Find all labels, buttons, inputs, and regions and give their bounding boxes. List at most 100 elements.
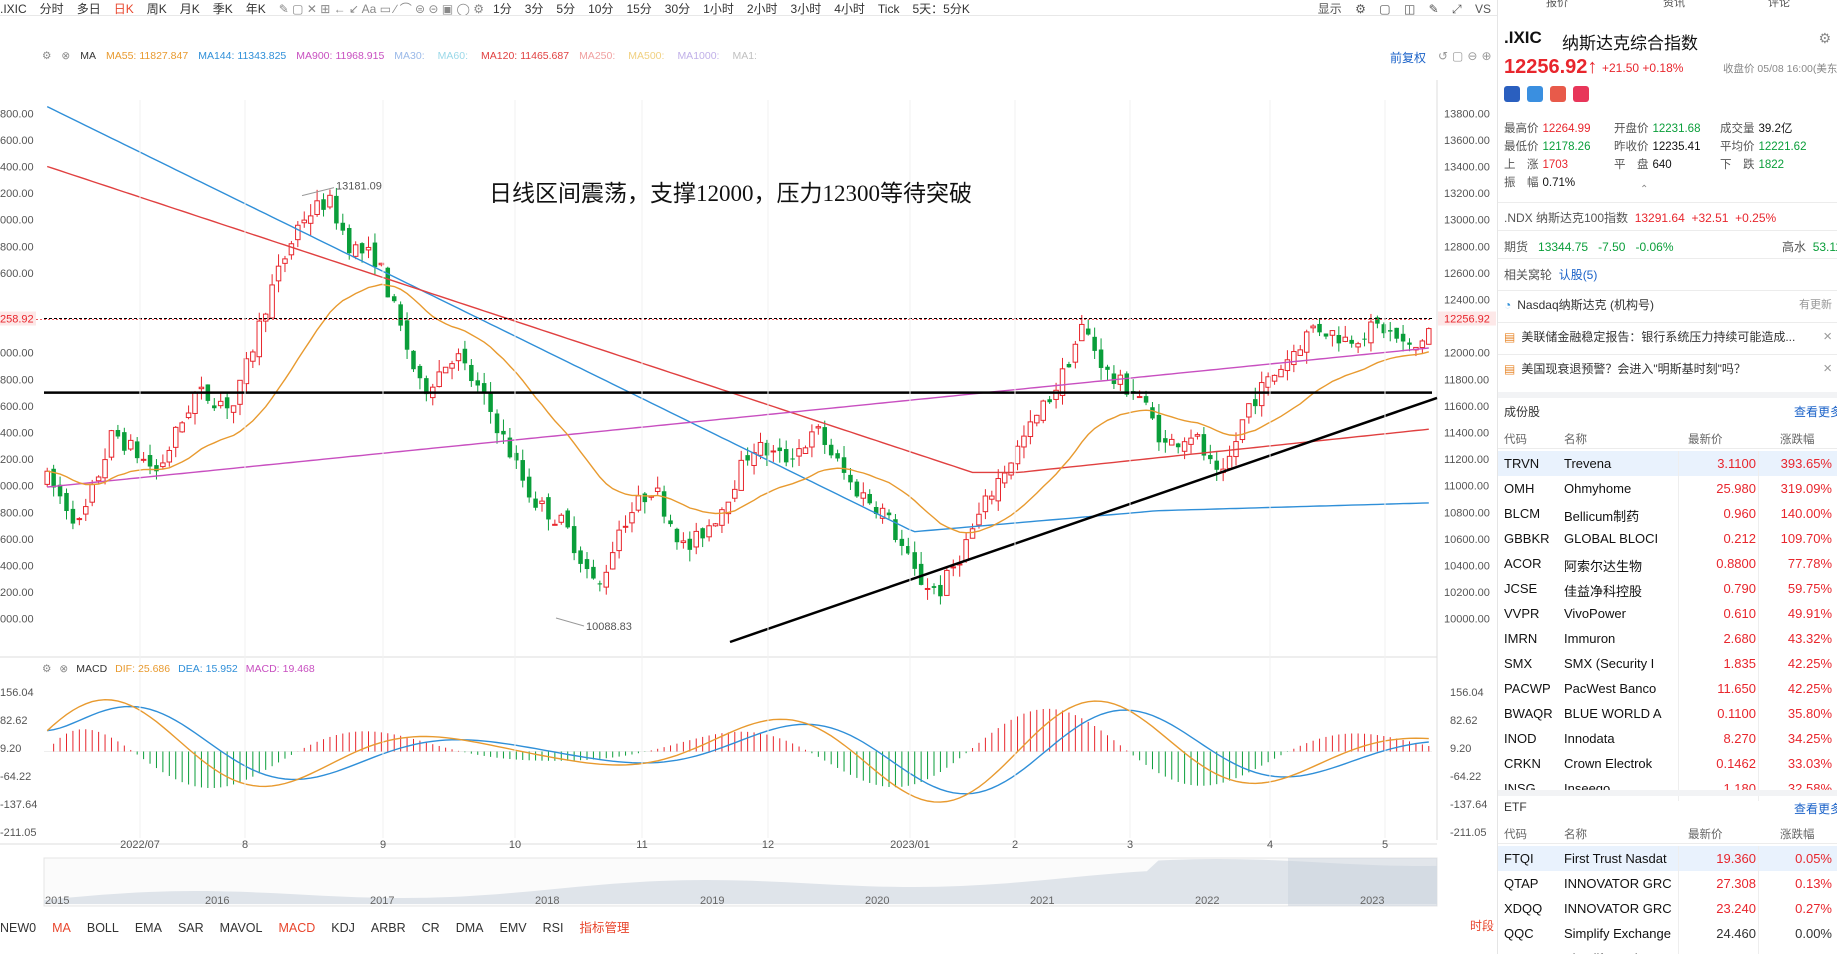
table-row[interactable]: CRKN Crown Electrok 0.1462 33.03% <box>1498 751 1837 776</box>
close-icon[interactable]: × <box>1823 328 1832 345</box>
table-row[interactable]: BWAQR BLUE WORLD A 0.1100 35.80% <box>1498 701 1837 726</box>
table-row[interactable]: TRVN Trevena 3.1100 393.65% <box>1498 451 1837 476</box>
indicator-tab-3[interactable]: EMA <box>135 921 162 935</box>
period-tab-13[interactable]: 1小时 <box>703 0 734 15</box>
close-icon[interactable]: × <box>1823 360 1832 377</box>
table-header[interactable]: 代码 <box>1504 826 1527 842</box>
macd-legend-item[interactable]: DEA: 15.952 <box>178 663 238 675</box>
draw-icon[interactable]: ✎ <box>1429 2 1439 16</box>
table-header[interactable]: 最新价 <box>1688 826 1723 842</box>
layout-icon[interactable]: ▢ <box>1379 2 1390 16</box>
trade-icon[interactable] <box>1527 86 1543 102</box>
table-row[interactable]: QQDSimplify Exchange23.1800.00% <box>1498 946 1837 954</box>
fullscreen-icon[interactable]: ⤢ <box>1452 2 1462 16</box>
table-header[interactable]: 名称 <box>1564 431 1587 447</box>
period-tab-16[interactable]: 4小时 <box>834 0 865 15</box>
ma-legend-item[interactable]: MA1: <box>732 50 760 62</box>
tool-icons[interactable]: ✎ ▢ ✕ ⊞ ← ↙ Aa ▭ ∕ ⌒ ⊜ ⊝ ▣ ◯ ⚙ <box>279 0 484 15</box>
table-row[interactable]: QTAP INNOVATOR GRC 27.308 0.13% <box>1498 871 1837 896</box>
compare-icon[interactable]: VS <box>1475 2 1491 16</box>
gear-icon[interactable]: ⚙ <box>1818 30 1831 47</box>
indicator-tab-13[interactable]: 指标管理 <box>579 921 629 935</box>
ma-legend-item[interactable]: MA30: <box>394 50 427 62</box>
indicator-tab-1[interactable]: MA <box>52 921 71 935</box>
tab-quote[interactable]: 报价 <box>1546 0 1568 8</box>
indicator-tab-0[interactable]: NEW0 <box>0 921 36 935</box>
macd-name[interactable]: MACD <box>76 663 107 675</box>
period-tab-10[interactable]: 10分 <box>588 0 613 15</box>
table-row[interactable]: JCSE 佳益净科控股 0.790 59.75% <box>1498 576 1837 601</box>
news-item[interactable]: ▤ 美国现衰退预警？会进入"明斯基时刻"吗？ × <box>1504 360 1832 377</box>
tab-news[interactable]: 资讯 <box>1663 0 1685 8</box>
close-icon[interactable]: ⊗ <box>61 50 70 62</box>
period-tab-11[interactable]: 15分 <box>626 0 651 15</box>
period-tab-7[interactable]: 1分 <box>493 0 512 15</box>
period-tab-1[interactable]: 多日 <box>77 0 101 15</box>
camera-icon[interactable]: ◫ <box>1404 2 1415 16</box>
news-item[interactable]: ◔ Nasdaq纳斯达克 (机构号) 有更新 <box>1504 296 1832 313</box>
close-icon[interactable]: ⊗ <box>59 663 68 675</box>
indicator-tab-5[interactable]: MAVOL <box>220 921 263 935</box>
ma-legend-item[interactable]: MA120: 11465.687 <box>481 50 569 62</box>
chevron-up-icon[interactable]: ⌃ <box>1640 184 1648 195</box>
chart-tool-icons[interactable]: ↺▢⊖⊕ <box>1438 49 1496 63</box>
period-tab-8[interactable]: 3分 <box>525 0 544 15</box>
table-header[interactable]: 代码 <box>1504 431 1527 447</box>
ma-legend-item[interactable]: MA900: 11968.915 <box>296 50 384 62</box>
table-header[interactable]: 涨跌幅 <box>1780 431 1815 447</box>
period-tab-15[interactable]: 3小时 <box>791 0 822 15</box>
components-more-link[interactable]: 查看更多 <box>1794 403 1837 420</box>
etf-more-link[interactable]: 查看更多 <box>1794 800 1837 817</box>
period-tab-6[interactable]: 年K <box>246 0 266 15</box>
period-tab-14[interactable]: 2小时 <box>747 0 778 15</box>
ma-legend-item[interactable]: MA55: 11827.847 <box>106 50 188 62</box>
period-tab-9[interactable]: 5分 <box>556 0 575 15</box>
period-tab-12[interactable]: 30分 <box>665 0 690 15</box>
period-tab-4[interactable]: 月K <box>180 0 200 15</box>
settings-icon[interactable]: ⚙ <box>42 663 51 675</box>
news-item[interactable]: ▤ 美联储金融稳定报告：银行系统压力持续可能造成... × <box>1504 328 1832 345</box>
table-row[interactable]: SMX SMX (Security I 1.835 42.25% <box>1498 651 1837 676</box>
favorite-icon[interactable] <box>1573 86 1589 102</box>
display-menu[interactable]: 显示 <box>1318 2 1342 16</box>
macd-legend-item[interactable]: DIF: 25.686 <box>115 663 170 675</box>
settings-icon[interactable]: ⚙ <box>1355 2 1366 16</box>
table-header[interactable]: 涨跌幅 <box>1780 826 1815 842</box>
table-row[interactable]: OMH Ohmyhome 25.980 319.09% <box>1498 476 1837 501</box>
ma-legend-item[interactable]: MA1000: <box>677 50 722 62</box>
alert-icon[interactable] <box>1550 86 1566 102</box>
settings-icon[interactable]: ⚙ <box>42 50 51 62</box>
table-row[interactable]: QQC Simplify Exchange 24.460 0.00% <box>1498 921 1837 946</box>
indicator-tab-7[interactable]: KDJ <box>331 921 355 935</box>
table-row[interactable]: PACWP PacWest Banco 11.650 42.25% <box>1498 676 1837 701</box>
session-button[interactable]: 时段 <box>1470 917 1494 934</box>
period-tab-2[interactable]: 日K <box>114 0 134 15</box>
table-row[interactable]: BLCM Bellicum制药 0.960 140.00% <box>1498 501 1837 526</box>
table-row[interactable]: ACOR 阿索尔达生物 0.8800 77.78% <box>1498 551 1837 576</box>
table-row[interactable]: VVPR VivoPower 0.610 49.91% <box>1498 601 1837 626</box>
indicator-tab-2[interactable]: BOLL <box>87 921 119 935</box>
indicator-tab-9[interactable]: CR <box>422 921 440 935</box>
table-row[interactable]: INSG Inseego 1.180 32.58% <box>1498 776 1837 801</box>
indicator-tab-8[interactable]: ARBR <box>371 921 406 935</box>
period-tab-0[interactable]: 分时 <box>40 0 64 15</box>
period-tab-3[interactable]: 周K <box>147 0 167 15</box>
macd-legend-item[interactable]: MACD: 19.468 <box>246 663 315 675</box>
ndx-row[interactable]: .NDX 纳斯达克100指数 13291.64 +32.51 +0.25% <box>1504 209 1776 226</box>
indicator-tab-12[interactable]: RSI <box>543 921 564 935</box>
table-row[interactable]: FTQI First Trust Nasdat 19.360 0.05% <box>1498 846 1837 871</box>
ma-name[interactable]: MA <box>80 50 96 62</box>
period-tab-5[interactable]: 季K <box>213 0 233 15</box>
ma-legend-item[interactable]: MA500: <box>628 50 667 62</box>
ma-legend-item[interactable]: MA250: <box>579 50 618 62</box>
indicator-tab-10[interactable]: DMA <box>456 921 484 935</box>
table-row[interactable]: INOD Innodata 8.270 34.25% <box>1498 726 1837 751</box>
ma-legend-item[interactable]: MA144: 11343.825 <box>198 50 286 62</box>
table-row[interactable]: XDQQ INNOVATOR GRC 23.240 0.27% <box>1498 896 1837 921</box>
table-row[interactable]: IMRN Immuron 2.680 43.32% <box>1498 626 1837 651</box>
indicator-tab-6[interactable]: MACD <box>278 921 315 935</box>
warrant-link[interactable]: 认股(5) <box>1559 268 1598 282</box>
tab-comments[interactable]: 评论 <box>1768 0 1790 8</box>
table-row[interactable]: GBBKR GLOBAL BLOCI 0.212 109.70% <box>1498 526 1837 551</box>
futures-row[interactable]: 期货 13344.75 -7.50 -0.06% <box>1504 238 1674 255</box>
